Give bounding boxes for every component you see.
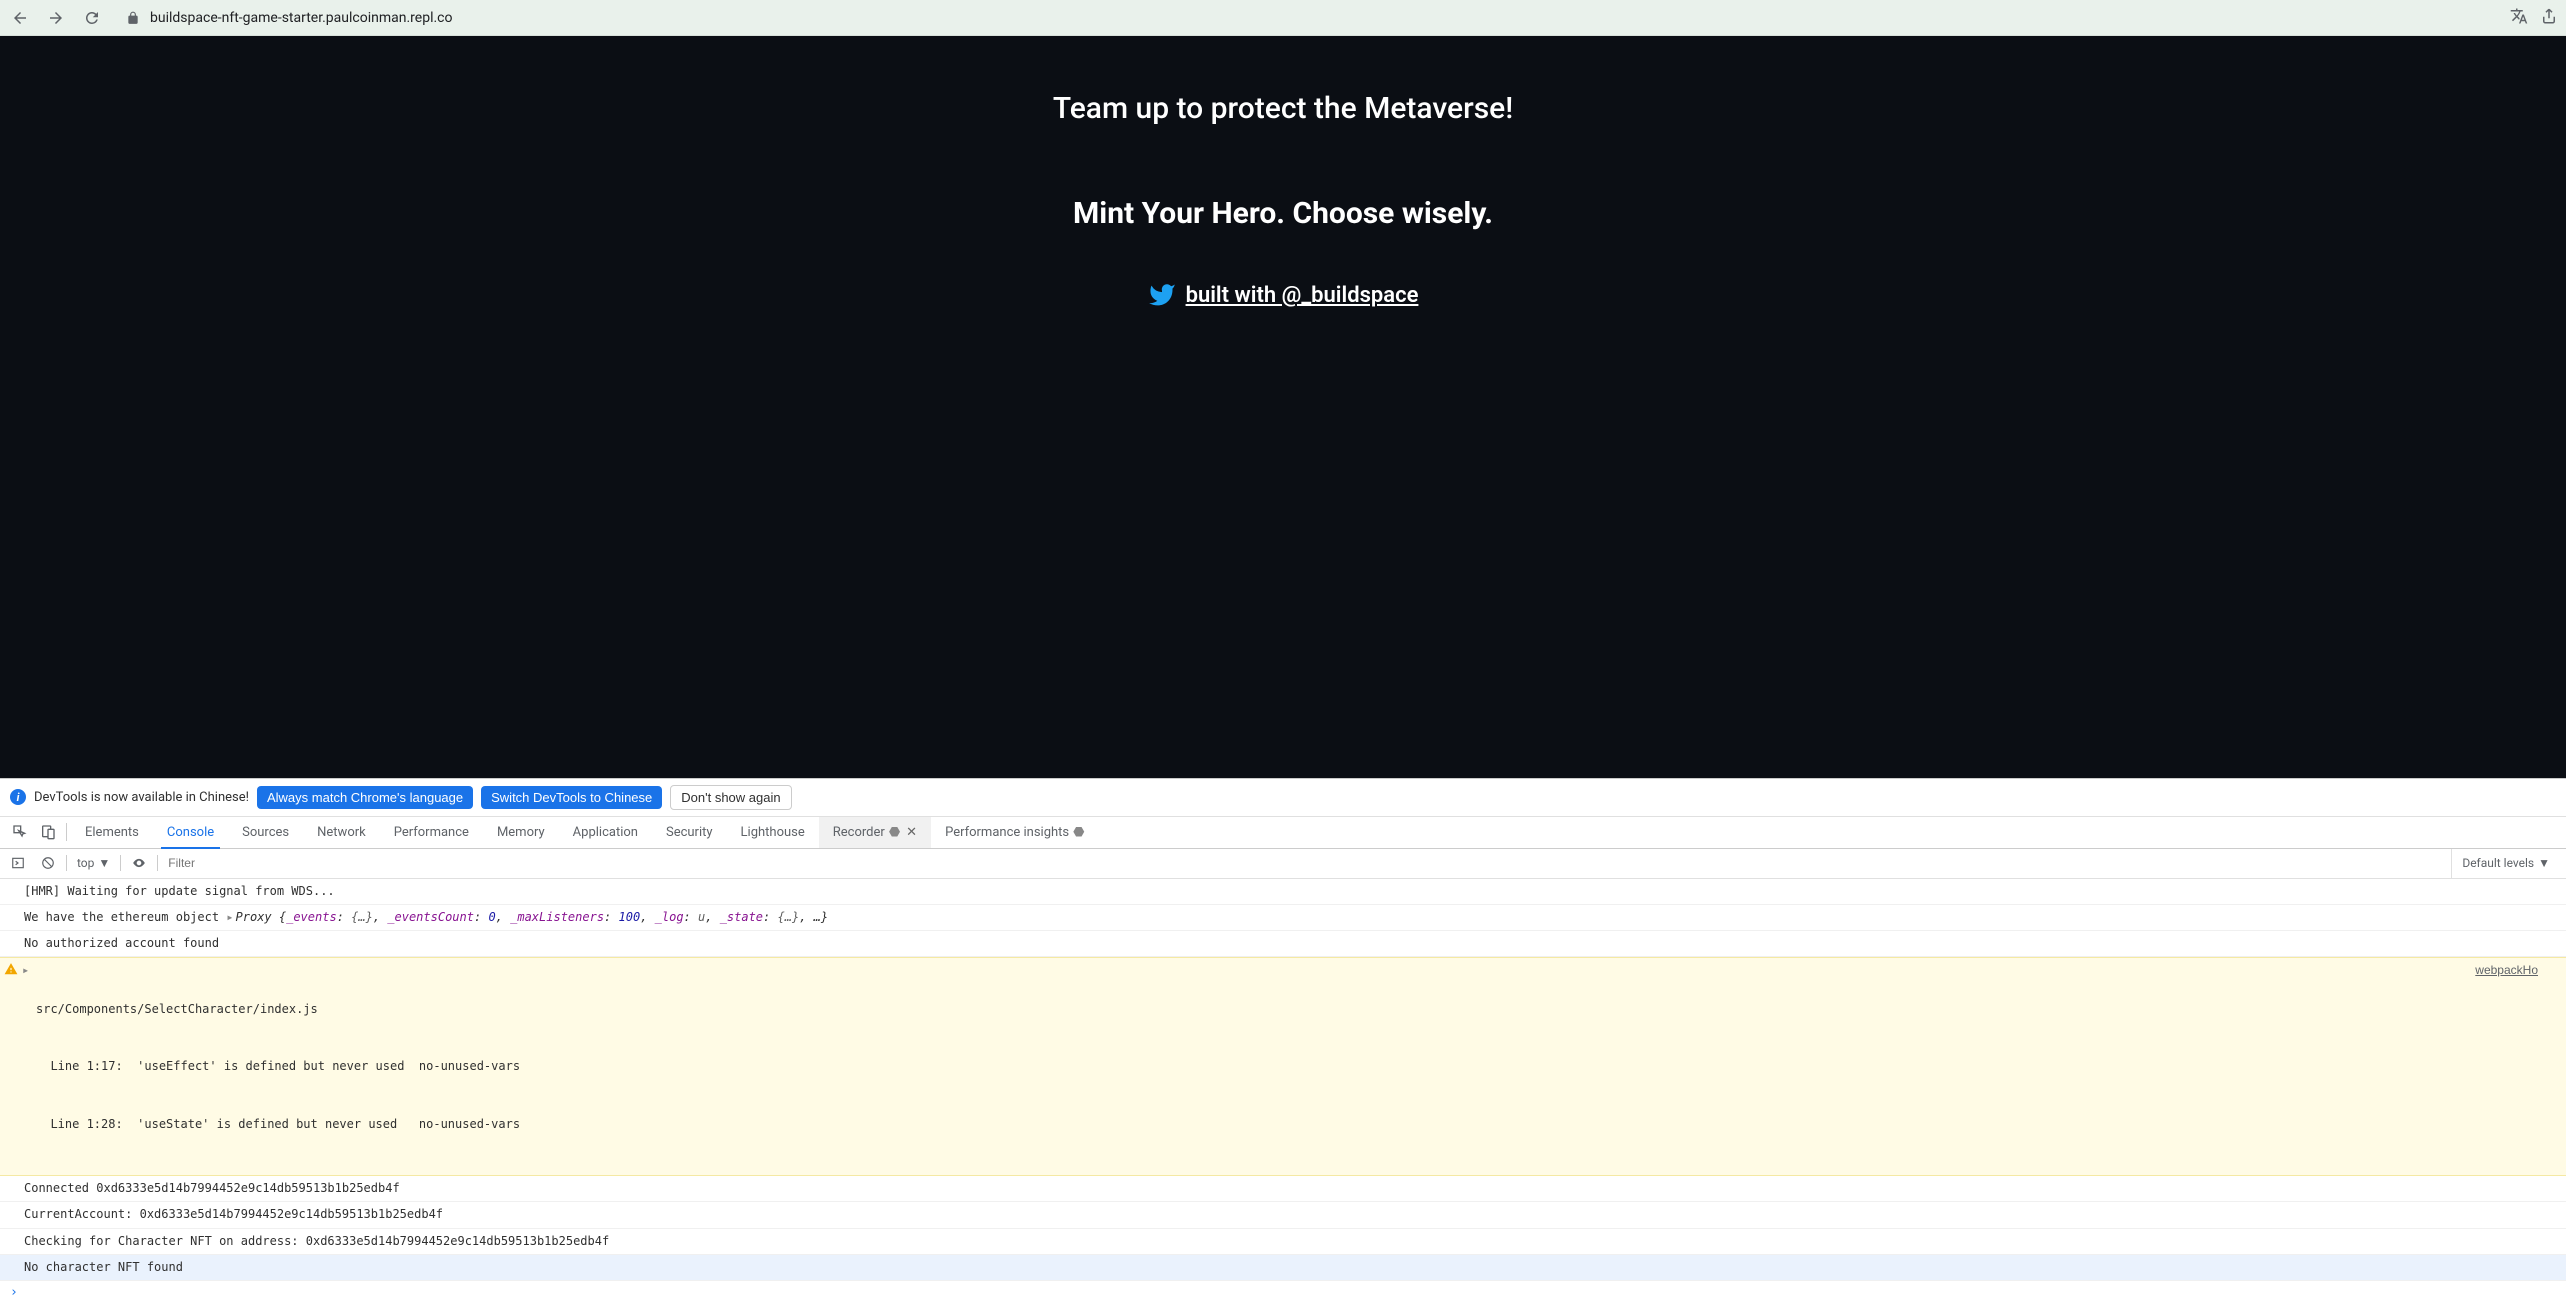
console-toolbar: top ▼ Default levels ▼ xyxy=(0,849,2566,879)
device-toggle-button[interactable] xyxy=(34,824,62,840)
console-row[interactable]: [HMR] Waiting for update signal from WDS… xyxy=(0,879,2566,905)
device-icon xyxy=(40,824,56,840)
reload-button[interactable] xyxy=(80,6,104,30)
banner-match-language-button[interactable]: Always match Chrome's language xyxy=(257,786,473,809)
expand-arrow-icon[interactable]: ▸ xyxy=(22,961,29,980)
console-text: [HMR] Waiting for update signal from WDS… xyxy=(24,882,335,901)
chevron-down-icon: ▼ xyxy=(2538,856,2550,870)
console-text: Line 1:28: 'useState' is defined but nev… xyxy=(36,1115,520,1134)
tab-recorder-label: Recorder xyxy=(833,825,885,840)
console-row[interactable]: Checking for Character NFT on address: 0… xyxy=(0,1229,2566,1255)
console-prompt[interactable]: › xyxy=(0,1281,2566,1304)
close-icon[interactable]: ✕ xyxy=(906,825,917,840)
tab-sources[interactable]: Sources xyxy=(228,817,303,848)
console-row[interactable]: CurrentAccount: 0xd6333e5d14b7994452e9c1… xyxy=(0,1202,2566,1228)
forward-button[interactable] xyxy=(44,6,68,30)
inspect-icon xyxy=(12,824,28,840)
devtools-banner: i DevTools is now available in Chinese! … xyxy=(0,779,2566,817)
banner-dismiss-button[interactable]: Don't show again xyxy=(670,785,791,810)
tab-performance-insights[interactable]: Performance insights ⬣ xyxy=(931,817,1098,848)
twitter-link[interactable]: built with @_buildspace xyxy=(1186,283,1419,308)
tab-performance[interactable]: Performance xyxy=(380,817,483,848)
tab-elements[interactable]: Elements xyxy=(71,817,153,848)
tab-lighthouse[interactable]: Lighthouse xyxy=(727,817,819,848)
console-text: CurrentAccount: 0xd6333e5d14b7994452e9c1… xyxy=(24,1205,443,1224)
context-select[interactable]: top ▼ xyxy=(73,856,114,870)
translate-icon xyxy=(2510,7,2528,25)
console-sidebar-toggle[interactable] xyxy=(6,856,30,870)
tab-network[interactable]: Network xyxy=(303,817,380,848)
twitter-row: built with @_buildspace xyxy=(1148,281,1419,309)
tab-security[interactable]: Security xyxy=(652,817,727,848)
console-object[interactable]: Proxy {_events: {…}, _eventsCount: 0, _m… xyxy=(236,908,829,927)
live-expression-button[interactable] xyxy=(127,856,151,870)
console-text: No authorized account found xyxy=(24,934,219,953)
sidebar-icon xyxy=(11,856,25,870)
tab-memory[interactable]: Memory xyxy=(483,817,559,848)
devtools-tabs: Elements Console Sources Network Perform… xyxy=(0,817,2566,849)
console-text: Checking for Character NFT on address: 0… xyxy=(24,1232,609,1251)
clear-icon xyxy=(41,856,55,870)
console-text: We have the ethereum object xyxy=(24,908,226,927)
tab-recorder[interactable]: Recorder ⬣ ✕ xyxy=(819,817,931,848)
tab-application[interactable]: Application xyxy=(559,817,652,848)
share-icon xyxy=(2540,7,2558,25)
warning-icon xyxy=(4,962,18,976)
console-text: Line 1:17: 'useEffect' is defined but ne… xyxy=(36,1057,520,1076)
console-text: No character NFT found xyxy=(24,1258,183,1277)
console-row[interactable]: Connected 0xd6333e5d14b7994452e9c14db595… xyxy=(0,1176,2566,1202)
inspect-button[interactable] xyxy=(6,824,34,840)
back-button[interactable] xyxy=(8,6,32,30)
reload-icon xyxy=(83,9,101,27)
browser-toolbar: buildspace-nft-game-starter.paulcoinman.… xyxy=(0,0,2566,36)
console-row[interactable]: We have the ethereum object ▸Proxy {_eve… xyxy=(0,905,2566,931)
lock-icon xyxy=(126,11,140,25)
tab-console[interactable]: Console xyxy=(153,817,228,848)
console-text: Connected 0xd6333e5d14b7994452e9c14db595… xyxy=(24,1179,400,1198)
preview-badge-icon: ⬣ xyxy=(889,825,900,840)
preview-badge-icon: ⬣ xyxy=(1073,825,1084,840)
console-filter-input[interactable] xyxy=(164,854,2445,872)
page-content: Team up to protect the Metaverse! Mint Y… xyxy=(0,36,2566,778)
share-button[interactable] xyxy=(2540,7,2558,29)
info-icon: i xyxy=(10,789,26,805)
console-output: [HMR] Waiting for update signal from WDS… xyxy=(0,879,2566,1281)
console-text: src/Components/SelectCharacter/index.js xyxy=(36,1000,520,1019)
console-row-warning[interactable]: ▸ src/Components/SelectCharacter/index.j… xyxy=(0,957,2566,1176)
mint-title: Mint Your Hero. Choose wisely. xyxy=(1073,196,1493,231)
banner-switch-language-button[interactable]: Switch DevTools to Chinese xyxy=(481,786,662,809)
page-subtitle: Team up to protect the Metaverse! xyxy=(1053,91,1513,126)
url-text: buildspace-nft-game-starter.paulcoinman.… xyxy=(150,10,452,26)
arrow-left-icon xyxy=(11,9,29,27)
banner-text: DevTools is now available in Chinese! xyxy=(34,790,249,805)
arrow-right-icon xyxy=(47,9,65,27)
context-label: top xyxy=(77,856,94,870)
translate-button[interactable] xyxy=(2510,7,2528,29)
levels-label: Default levels xyxy=(2462,856,2534,870)
console-row[interactable]: No character NFT found xyxy=(0,1255,2566,1281)
twitter-icon xyxy=(1148,281,1176,309)
tab-performance-insights-label: Performance insights xyxy=(945,825,1069,840)
url-bar[interactable]: buildspace-nft-game-starter.paulcoinman.… xyxy=(116,4,2498,32)
eye-icon xyxy=(132,856,146,870)
chevron-down-icon: ▼ xyxy=(98,856,110,870)
devtools: i DevTools is now available in Chinese! … xyxy=(0,778,2566,1304)
expand-arrow-icon[interactable]: ▸ xyxy=(226,908,233,927)
source-link[interactable]: webpackHo xyxy=(2475,961,2542,980)
log-levels-select[interactable]: Default levels ▼ xyxy=(2451,849,2560,878)
clear-console-button[interactable] xyxy=(36,856,60,870)
console-row[interactable]: No authorized account found xyxy=(0,931,2566,957)
